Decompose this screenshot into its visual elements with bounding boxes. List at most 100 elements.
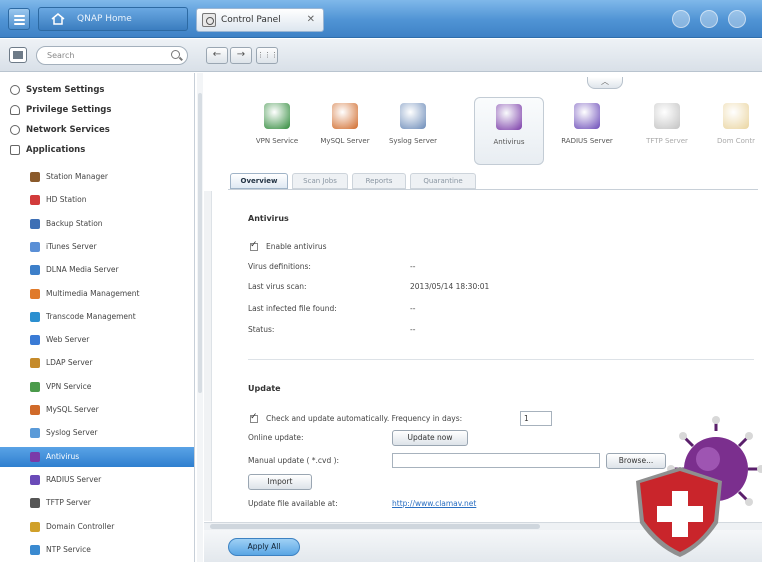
ntp-icon — [30, 544, 40, 555]
domain-controller-icon — [723, 103, 749, 129]
sidebar-item-web-server[interactable]: Web Server — [30, 330, 194, 350]
eye-icon[interactable] — [672, 10, 690, 28]
tftp-icon — [654, 103, 680, 129]
tab-reports[interactable]: Reports — [352, 173, 406, 189]
app-mysql[interactable]: MySQL Server — [310, 97, 380, 165]
tab-scan-jobs[interactable]: Scan Jobs — [292, 173, 348, 189]
sidebar-item-backup-station[interactable]: Backup Station — [30, 214, 194, 234]
top-bar: QNAP Home Control Panel ✕ — [0, 0, 762, 38]
forward-button[interactable]: → — [230, 47, 252, 64]
import-button[interactable]: Import — [248, 474, 312, 490]
app-label: TFTP Server — [646, 137, 688, 145]
transcode-icon — [30, 311, 40, 322]
person-icon — [10, 105, 20, 115]
domain-controller-icon — [30, 521, 40, 532]
sidebar-scrollbar[interactable] — [197, 73, 203, 562]
enable-antivirus-checkbox[interactable] — [250, 240, 258, 251]
sidebar-item-label: MySQL Server — [46, 405, 99, 414]
sidebar-category-network-services[interactable]: Network Services — [10, 121, 110, 139]
back-button[interactable]: ← — [206, 47, 228, 64]
user-icon[interactable] — [700, 10, 718, 28]
app-label: Dom Contr — [717, 137, 755, 145]
sidebar-item-mysql[interactable]: MySQL Server — [30, 400, 194, 420]
app-label: Antivirus — [493, 138, 525, 146]
gear-icon — [10, 85, 20, 95]
tftp-icon — [30, 498, 40, 509]
sidebar-item-transcode[interactable]: Transcode Management — [30, 307, 194, 327]
sidebar-item-ntp[interactable]: NTP Service — [30, 540, 194, 560]
app-radius[interactable]: RADIUS Server — [552, 97, 622, 165]
sidebar-item-dlna[interactable]: DLNA Media Server — [30, 260, 194, 280]
apply-all-button[interactable]: Apply All — [228, 538, 300, 556]
sidebar-item-itunes[interactable]: iTunes Server — [30, 237, 194, 257]
sidebar-item-multimedia[interactable]: Multimedia Management — [30, 284, 194, 304]
update-now-button[interactable]: Update now — [392, 430, 468, 446]
sidebar-item-station-manager[interactable]: Station Manager — [30, 167, 194, 187]
frequency-input[interactable]: 1 — [520, 411, 552, 426]
last-infected-value: -- — [410, 304, 416, 313]
grid-button[interactable]: ⋮⋮⋮ — [256, 47, 278, 64]
swiss-shield-icon — [636, 467, 722, 557]
sidebar-item-label: Syslog Server — [46, 428, 98, 438]
content-scrollbar[interactable] — [204, 191, 212, 521]
sidebar-item-label: Domain Controller — [46, 521, 115, 531]
apps-icon — [10, 145, 20, 155]
search-icon[interactable] — [171, 50, 180, 59]
sidebar-category-privilege-settings[interactable]: Privilege Settings — [10, 101, 111, 119]
sidebar-item-hd-station[interactable]: HD Station — [30, 190, 194, 210]
clamav-link[interactable]: http://www.clamav.net — [392, 499, 476, 508]
sidebar-item-domain-controller[interactable]: Domain Controller — [30, 517, 194, 537]
app-tftp[interactable]: TFTP Server — [632, 97, 702, 165]
multimedia-icon — [30, 288, 40, 299]
syslog-icon — [30, 428, 40, 439]
enable-antivirus-label: Enable antivirus — [266, 242, 327, 251]
sidebar-item-label: HD Station — [46, 195, 87, 205]
sidebar-category-applications[interactable]: Applications — [10, 141, 85, 159]
tab-control-panel[interactable]: Control Panel ✕ — [196, 8, 324, 32]
sidebar-category-label: Privilege Settings — [26, 105, 112, 115]
antivirus-icon — [30, 451, 40, 462]
menu-icon[interactable] — [8, 8, 30, 30]
app-vpn[interactable]: VPN Service — [242, 97, 312, 165]
sidebar-category-label: System Settings — [26, 85, 105, 95]
sidebar-item-vpn[interactable]: VPN Service — [30, 377, 194, 397]
auto-update-checkbox[interactable] — [250, 412, 258, 423]
mysql-icon — [30, 405, 40, 415]
sidebar-item-label: Station Manager — [46, 172, 108, 181]
auto-update-label: Check and update automatically. Frequenc… — [266, 414, 463, 423]
tab-quarantine[interactable]: Quarantine — [410, 173, 476, 189]
update-file-available-label: Update file available at: — [248, 499, 338, 508]
antivirus-icon — [496, 104, 522, 130]
app-syslog[interactable]: Syslog Server — [378, 97, 448, 165]
more-icon[interactable] — [728, 10, 746, 28]
sidebar-item-antivirus[interactable]: Antivirus — [0, 446, 194, 467]
app-antivirus[interactable]: Antivirus — [474, 97, 544, 165]
sidebar-item-tftp[interactable]: TFTP Server — [30, 493, 194, 513]
station-manager-icon — [30, 172, 40, 182]
section-divider — [248, 359, 754, 360]
last-scan-label: Last virus scan: — [248, 282, 307, 291]
sidebar-item-radius[interactable]: RADIUS Server — [30, 470, 194, 490]
sidebar-category-system-settings[interactable]: System Settings — [10, 81, 105, 99]
search-placeholder: Search — [47, 51, 75, 60]
hd-station-icon — [30, 195, 40, 206]
backup-station-icon — [30, 218, 40, 229]
sidebar-item-ldap[interactable]: LDAP Server — [30, 353, 194, 373]
toolbar: Search ← → ⋮⋮⋮ — [0, 39, 762, 72]
close-icon[interactable]: ✕ — [307, 9, 315, 31]
last-scan-value: 2013/05/14 18:30:01 — [410, 282, 490, 291]
search-input[interactable]: Search — [36, 46, 188, 65]
ldap-icon — [30, 358, 40, 369]
radius-icon — [30, 474, 40, 485]
radius-icon — [574, 103, 600, 129]
sidebar-category-label: Network Services — [26, 125, 110, 135]
manual-update-file-input[interactable] — [392, 453, 600, 468]
tab-overview[interactable]: Overview — [230, 173, 288, 189]
app-domain-controller[interactable]: Dom Contr — [710, 97, 762, 165]
view-toggle-icon[interactable] — [9, 47, 27, 63]
app-label: RADIUS Server — [561, 137, 613, 145]
sidebar-item-syslog[interactable]: Syslog Server — [30, 423, 194, 443]
syslog-icon — [400, 103, 426, 129]
home-button[interactable]: QNAP Home — [38, 7, 188, 31]
collapse-icon[interactable]: ︿ — [587, 77, 623, 89]
